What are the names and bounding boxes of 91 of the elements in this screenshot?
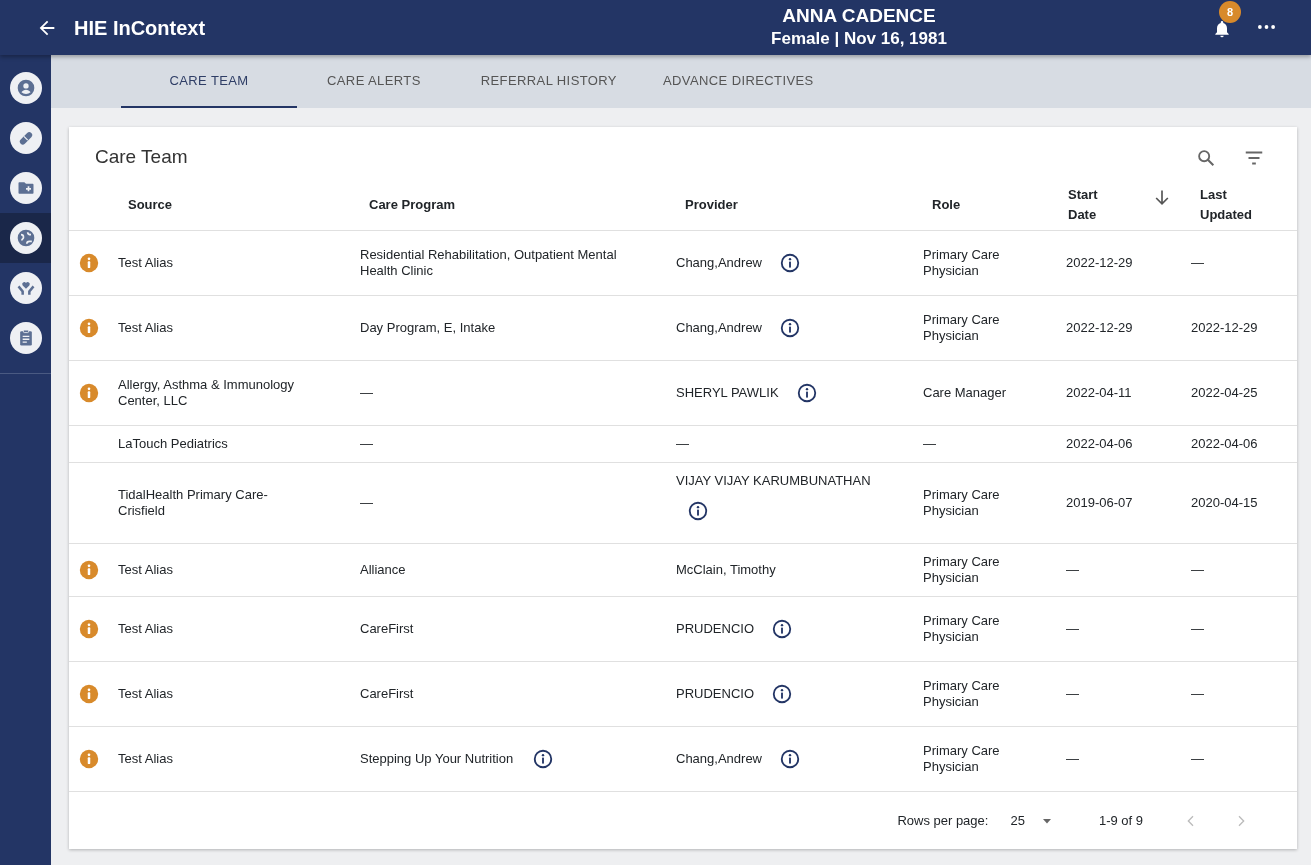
info-icon — [687, 500, 709, 522]
table-cell: — — [1191, 562, 1204, 577]
table-cell: — — [1191, 621, 1204, 636]
rows-per-page-select[interactable]: 25 — [998, 804, 1065, 837]
info-icon — [779, 252, 801, 274]
rows-per-page-label: Rows per page: — [897, 811, 989, 830]
app-title: HIE InContext — [74, 15, 206, 41]
table-cell: Test Alias — [118, 751, 173, 767]
table-cell: PRUDENCIO — [676, 686, 754, 702]
table-cell: LaTouch Pediatrics — [118, 436, 228, 452]
bell-icon — [1212, 18, 1232, 39]
table-cell: 2019-06-07 — [1066, 495, 1133, 510]
column-header[interactable]: Start Date — [1068, 185, 1128, 224]
table-cell: — — [1191, 751, 1204, 766]
table-cell-text: Primary Care Physician — [923, 554, 1001, 586]
table-cell-text: Primary Care Physician — [923, 743, 1001, 775]
table-cell-text: Primary Care Physician — [923, 678, 1001, 710]
table-cell: 2022-12-29 — [1066, 255, 1133, 270]
notification-count: 8 — [1219, 1, 1241, 24]
page-range: 1-9 of 9 — [1098, 811, 1143, 830]
sidebar-item[interactable] — [9, 72, 42, 104]
info-icon — [532, 748, 555, 770]
sidebar-item[interactable] — [9, 272, 42, 304]
column-header[interactable]: Care Program — [369, 194, 455, 215]
table-cell-text: TidalHealth Primary Care- Crisfield — [118, 487, 269, 519]
table-cell: Alliance — [360, 562, 406, 578]
more-icon — [1258, 25, 1275, 30]
tab[interactable]: CARE ALERTS — [297, 55, 451, 108]
sidebar-item[interactable] — [9, 172, 42, 204]
table-cell: — — [1191, 255, 1204, 270]
column-header[interactable]: Last Updated — [1200, 185, 1260, 224]
table-cell-text: Primary Care Physician — [923, 487, 1001, 519]
tab[interactable]: ADVANCE DIRECTIVES — [646, 55, 830, 108]
table-cell: 2022-12-29 — [1191, 320, 1258, 335]
tab[interactable]: CARE TEAM — [121, 55, 297, 108]
table-cell: Day Program, E, Intake — [360, 320, 496, 336]
table-cell: Chang,Andrew — [676, 320, 762, 336]
table-cell: 2020-04-15 — [1191, 495, 1258, 510]
table-cell: CareFirst — [360, 621, 414, 637]
table-cell: 2022-04-11 — [1066, 385, 1132, 400]
table-cell: — — [1066, 562, 1079, 577]
table-cell: — — [360, 385, 373, 401]
table-cell: Test Alias — [118, 255, 173, 271]
table-cell: — — [360, 436, 373, 452]
info-icon — [779, 748, 801, 770]
table-cell: Test Alias — [118, 686, 173, 702]
sidebar-item[interactable] — [9, 122, 42, 154]
sidebar-item[interactable] — [9, 322, 42, 354]
info-icon — [771, 683, 793, 705]
patient-name: ANNA CADENCE — [781, 4, 937, 27]
more-button[interactable] — [1258, 25, 1275, 30]
table-cell-text: Residential Rehabilitation, Outpatient Mental Health Clinic — [360, 247, 618, 279]
table-cell-text: Allergy, Asthma & Immunology Center, LLC — [118, 377, 296, 409]
globe-icon — [15, 228, 36, 248]
column-header[interactable]: Source — [128, 194, 173, 215]
table-cell: — — [360, 495, 373, 511]
table-cell-text: Primary Care Physician — [923, 247, 1001, 279]
table-cell: Chang,Andrew — [676, 751, 762, 767]
person-icon — [15, 78, 36, 98]
table-cell: Test Alias — [118, 320, 173, 336]
table-cell: CareFirst — [360, 686, 414, 702]
info-icon — [795, 382, 818, 404]
table-cell: — — [923, 436, 936, 452]
table-cell: 2022-12-29 — [1066, 320, 1133, 335]
table-cell: Test Alias — [118, 562, 173, 578]
table-cell: — — [1191, 686, 1204, 701]
info-icon — [779, 317, 801, 339]
table-cell: SHERYL PAWLIK — [676, 385, 779, 401]
table-cell: Test Alias — [118, 621, 173, 637]
card-title: Care Team — [95, 144, 188, 169]
column-header[interactable]: Role — [932, 194, 961, 215]
table-cell: 2022-04-06 — [1191, 436, 1258, 451]
info-icon — [771, 618, 793, 640]
table-cell: VIJAY VIJAY KARUMBUNATHAN — [676, 473, 871, 489]
sidebar-item[interactable] — [9, 222, 42, 254]
table-cell: PRUDENCIO — [676, 621, 754, 637]
patient-details: Female | Nov 16, 1981 — [770, 27, 948, 50]
table-cell: — — [676, 436, 689, 452]
column-header[interactable]: Provider — [685, 194, 738, 215]
table-cell: Care Manager — [923, 385, 1007, 401]
table-cell: — — [1066, 751, 1079, 766]
table-cell: 2022-04-06 — [1066, 436, 1133, 451]
table-cell: — — [1066, 621, 1079, 636]
table-cell: McClain, Timothy — [676, 562, 776, 578]
table-cell-text: Primary Care Physician — [923, 312, 1001, 344]
table-cell: Chang,Andrew — [676, 255, 762, 271]
table-cell: — — [1066, 686, 1079, 701]
tab[interactable]: REFERRAL HISTORY — [450, 55, 647, 108]
table-cell-text: Primary Care Physician — [923, 613, 1001, 645]
table-cell: Stepping Up Your Nutrition — [360, 751, 514, 767]
table-cell: 2022-04-25 — [1191, 385, 1258, 400]
